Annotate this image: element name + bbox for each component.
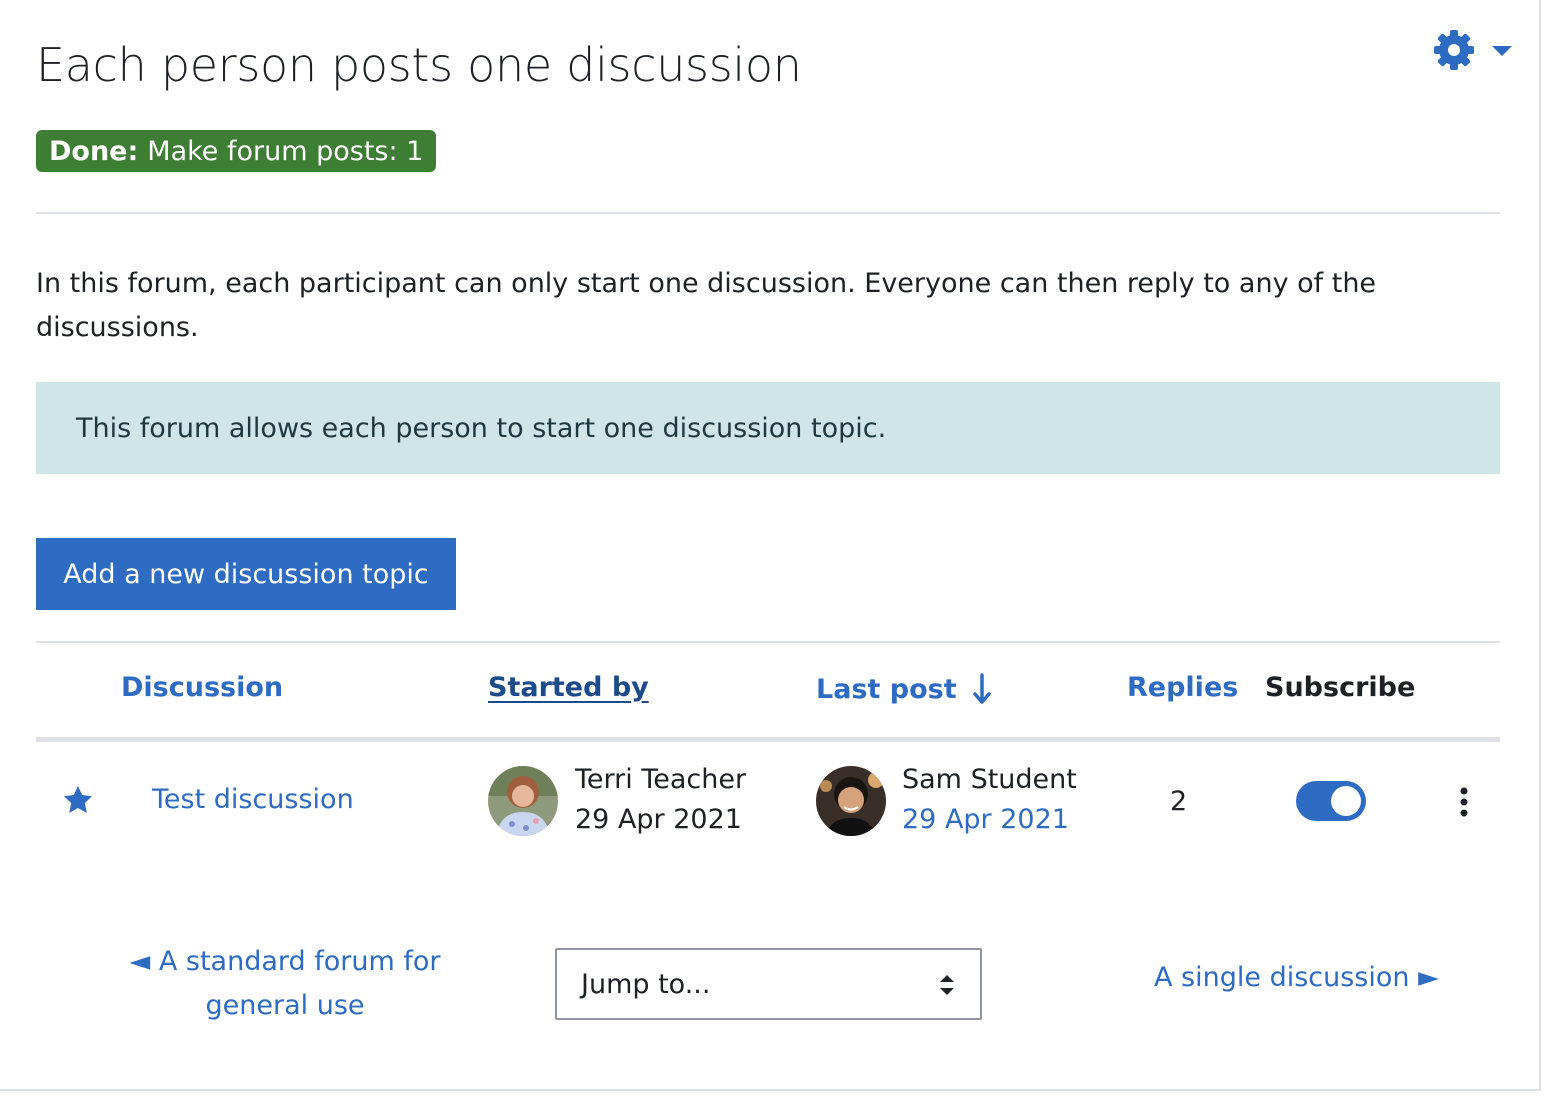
table-top-divider [36, 641, 1500, 643]
user-photo-icon [816, 766, 886, 836]
settings-menu[interactable] [1432, 26, 1516, 74]
notice-text: This forum allows each person to start o… [76, 412, 887, 444]
user-photo-icon [488, 766, 558, 836]
more-actions-icon[interactable] [1452, 784, 1476, 820]
last-post-label: Last post [816, 673, 957, 705]
avatar-terri-teacher[interactable] [488, 766, 558, 836]
column-header-replies[interactable]: Replies [1127, 672, 1238, 703]
replies-count[interactable]: 2 [1170, 786, 1187, 817]
last-post-date-link[interactable]: 29 Apr 2021 [902, 804, 1069, 835]
column-header-discussion[interactable]: Discussion [121, 672, 283, 703]
last-post-name[interactable]: Sam Student [902, 764, 1077, 795]
add-discussion-button[interactable]: Add a new discussion topic [36, 538, 456, 610]
completion-text: Make forum posts: 1 [147, 135, 424, 167]
avatar-sam-student[interactable] [816, 766, 886, 836]
header-divider [36, 212, 1500, 214]
forum-notice: This forum allows each person to start o… [36, 382, 1500, 474]
gear-icon [1434, 30, 1474, 70]
completion-done-label: Done: [49, 135, 139, 167]
previous-activity-link[interactable]: ◄ A standard forum for general use [130, 946, 441, 1021]
arrow-down-icon [972, 673, 991, 704]
page-title: Each person posts one discussion [36, 38, 802, 92]
toggle-knob [1331, 786, 1361, 816]
subscribe-toggle[interactable] [1296, 781, 1366, 821]
started-by-date: 29 Apr 2021 [575, 804, 742, 835]
started-by-name[interactable]: Terri Teacher [575, 764, 746, 795]
forum-intro: In this forum, each participant can only… [36, 268, 1377, 343]
jump-to-value: Jump to... [581, 968, 711, 1000]
table-header-separator [36, 737, 1500, 742]
discussion-link[interactable]: Test discussion [152, 784, 354, 815]
completion-badge: Done: Make forum posts: 1 [36, 130, 437, 172]
column-header-started-by[interactable]: Started by [488, 672, 649, 703]
jump-to-select[interactable]: Jump to... [555, 948, 982, 1020]
select-arrows-icon [940, 975, 954, 995]
next-activity-link[interactable]: A single discussion ► [1154, 962, 1439, 993]
star-icon[interactable] [62, 784, 94, 816]
caret-down-icon [1492, 46, 1512, 56]
column-header-subscribe: Subscribe [1265, 672, 1416, 703]
column-header-last-post[interactable]: Last post [816, 672, 993, 706]
previous-activity-nav: ◄ A standard forum for general use [120, 940, 450, 1028]
